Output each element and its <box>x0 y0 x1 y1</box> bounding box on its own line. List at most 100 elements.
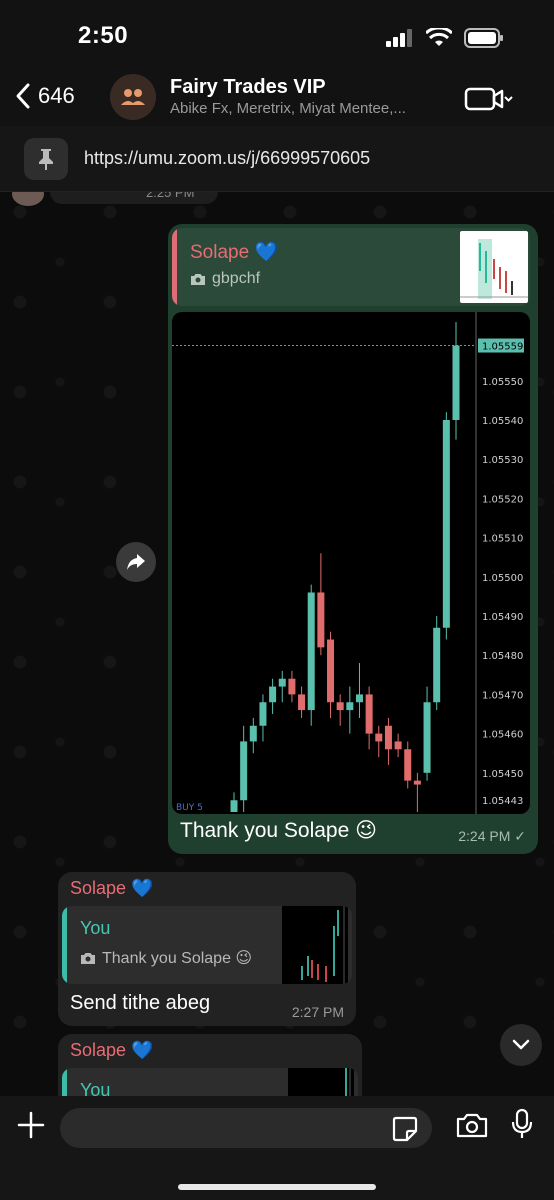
quoted-message[interactable]: You <box>62 1068 358 1096</box>
quoted-sender: You <box>80 1080 111 1096</box>
message-time: 2:24 PM ✓ <box>458 828 526 844</box>
quoted-text-value: Thank you Solape 😉 <box>102 950 253 967</box>
price-tick-label: 1.05460 <box>482 730 523 741</box>
buy-label: BUY 5 <box>176 803 203 813</box>
incoming-message[interactable]: Solape 💙 You Thank you Solape 😉 Send tit… <box>58 872 356 1026</box>
candle-body <box>317 592 325 648</box>
candle-body <box>375 733 383 742</box>
sender-name[interactable]: Solape 💙 <box>70 1040 153 1061</box>
candle-body <box>423 702 431 773</box>
camera-icon <box>81 953 95 964</box>
price-tick-label: 1.05559 <box>482 342 523 353</box>
incoming-message[interactable]: Solape 💙 You <box>58 1034 362 1096</box>
battery-icon <box>464 28 503 48</box>
message-text: Send tithe abeg <box>70 992 211 1014</box>
price-tick-label: 1.05520 <box>482 494 523 505</box>
candle-body <box>298 694 306 711</box>
quoted-text: gbpchf <box>190 270 260 288</box>
chevron-down-icon <box>512 1039 530 1050</box>
candle-body <box>278 678 286 687</box>
plus-icon <box>17 1111 45 1139</box>
price-tick-label: 1.05443 <box>482 796 523 807</box>
sender-avatar[interactable] <box>12 192 44 206</box>
price-tick-label: 1.05510 <box>482 534 523 545</box>
message-time: 2:27 PM <box>291 1004 344 1020</box>
quoted-message[interactable]: You Thank you Solape 😉 <box>62 906 352 984</box>
status-icons <box>386 28 504 48</box>
quoted-text: Thank you Solape 😉 <box>80 948 252 968</box>
quoted-sender: You <box>80 918 111 938</box>
candle-body <box>433 627 441 703</box>
camera-button[interactable] <box>456 1112 488 1143</box>
group-icon <box>121 89 145 105</box>
candle-body <box>384 725 392 750</box>
candle-body <box>230 800 238 812</box>
chat-area[interactable]: 2:25 PM Solape 💙 gbpchf 1.05559 1.05550 … <box>0 192 554 1096</box>
candle-body <box>259 702 267 726</box>
pin-icon <box>39 149 53 170</box>
status-bar: 2:50 <box>0 0 554 72</box>
quoted-image-thumbnail <box>288 1068 354 1096</box>
price-tick-label: 1.05470 <box>482 690 523 701</box>
message-input[interactable] <box>60 1108 432 1148</box>
sticker-button[interactable] <box>392 1116 418 1147</box>
back-button[interactable]: 646 <box>14 82 75 110</box>
price-tick-label: 1.05550 <box>482 377 523 388</box>
forward-icon <box>127 554 145 570</box>
forward-button[interactable] <box>116 542 156 582</box>
group-avatar[interactable] <box>110 74 156 120</box>
candle-body <box>307 592 315 711</box>
price-tick-label: 1.05480 <box>482 651 523 662</box>
quote-bar <box>172 228 177 306</box>
pinned-link[interactable]: https://umu.zoom.us/j/66999570605 <box>84 148 370 169</box>
group-title[interactable]: Fairy Trades VIP <box>170 76 326 99</box>
quoted-sender: Solape 💙 <box>190 242 279 263</box>
candle-body <box>413 780 421 785</box>
quoted-text-value: gbpchf <box>212 270 261 287</box>
sticker-icon <box>392 1116 418 1142</box>
candle-body <box>240 741 248 801</box>
previous-message-time: 2:25 PM <box>146 192 195 200</box>
attach-button[interactable] <box>16 1110 46 1145</box>
quoted-image-thumbnail <box>282 906 348 984</box>
quoted-image-thumbnail <box>460 231 528 303</box>
candle-body <box>336 702 344 711</box>
quote-bar <box>62 1068 67 1096</box>
price-tick-label: 1.05540 <box>482 416 523 427</box>
candle-body <box>394 741 402 750</box>
video-camera-icon <box>464 87 513 111</box>
candle-body <box>346 702 354 711</box>
microphone-button[interactable] <box>510 1108 534 1145</box>
quote-bar <box>62 906 67 984</box>
scroll-to-bottom-button[interactable] <box>500 1024 542 1066</box>
pin-button[interactable] <box>24 138 68 180</box>
sender-name[interactable]: Solape 💙 <box>70 878 153 899</box>
candle-body <box>442 420 450 628</box>
unread-count: 646 <box>38 83 75 108</box>
quoted-message[interactable]: Solape 💙 gbpchf <box>172 228 530 306</box>
outgoing-message[interactable]: Solape 💙 gbpchf 1.05559 1.05550 1.05540 … <box>168 224 538 854</box>
chart-image[interactable]: 1.05559 1.05550 1.05540 1.05530 1.05520 1.055… <box>172 312 530 814</box>
status-time: 2:50 <box>78 22 129 49</box>
price-tick-label: 1.05530 <box>482 455 523 466</box>
group-members[interactable]: Abike Fx, Meretrix, Miyat Mentee,... <box>170 100 440 117</box>
cellular-signal-icon <box>386 29 412 47</box>
wifi-icon <box>426 28 452 46</box>
candle-body <box>355 694 363 703</box>
price-tick-label: 1.05450 <box>482 769 523 780</box>
message-input-bar <box>0 1096 554 1200</box>
microphone-icon <box>511 1108 533 1138</box>
video-call-button[interactable] <box>464 86 514 117</box>
price-tick-label: 1.05490 <box>482 612 523 623</box>
chat-header: 646 Fairy Trades VIP Abike Fx, Meretrix,… <box>0 72 554 126</box>
message-text: Thank you Solape 😉 <box>180 819 378 842</box>
pinned-message-bar[interactable]: https://umu.zoom.us/j/66999570605 <box>0 126 554 192</box>
candle-body <box>288 678 296 695</box>
home-indicator <box>178 1184 376 1190</box>
candle-body <box>452 345 460 420</box>
camera-icon <box>456 1113 488 1138</box>
camera-icon <box>191 274 205 285</box>
candle-body <box>404 749 412 781</box>
chevron-left-icon <box>16 83 30 109</box>
candle-body <box>327 639 335 703</box>
